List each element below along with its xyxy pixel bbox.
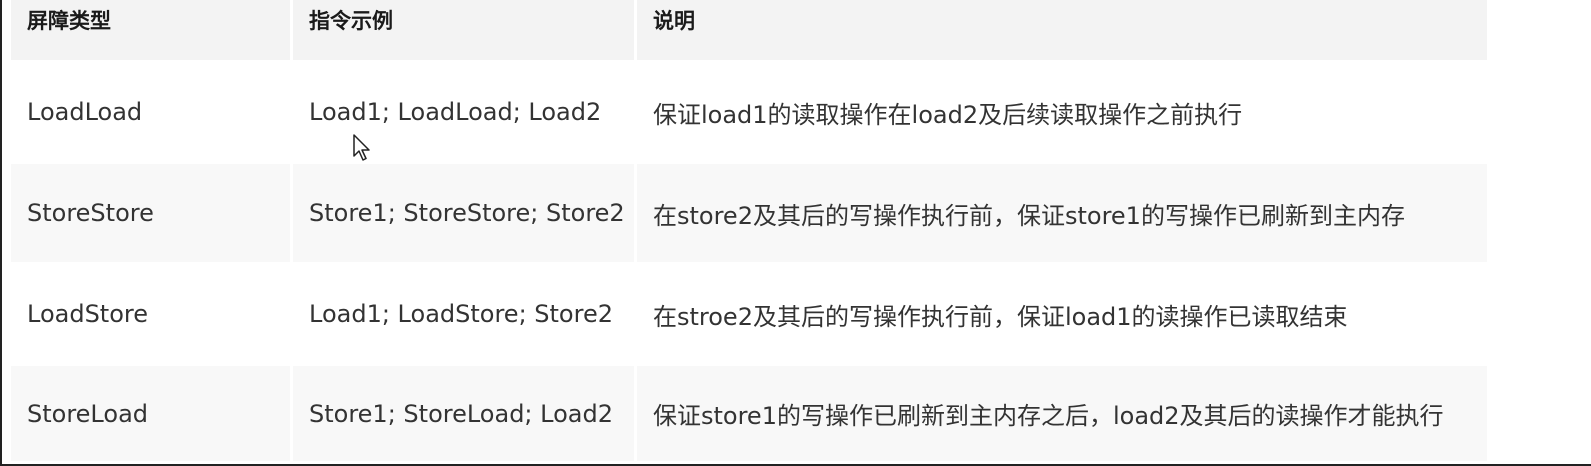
table-row: LoadLoad Load1; LoadLoad; Load2 保证load1的… [11,63,1487,164]
header-barrier-type: 屏障类型 [11,0,293,63]
header-instruction-example: 指令示例 [293,0,637,63]
cell-instruction-example: Store1; StoreLoad; Load2 [293,366,637,464]
cell-instruction-example: Load1; LoadStore; Store2 [293,265,637,366]
table-body: LoadLoad Load1; LoadLoad; Load2 保证load1的… [11,63,1487,464]
cell-description: 在stroe2及其后的写操作执行前，保证load1的读操作已读取结束 [637,265,1487,366]
cell-barrier-type: LoadLoad [11,63,293,164]
table-row: StoreLoad Store1; StoreLoad; Load2 保证sto… [11,366,1487,464]
cell-instruction-example: Store1; StoreStore; Store2 [293,164,637,265]
cell-description: 保证load1的读取操作在load2及后续读取操作之前执行 [637,63,1487,164]
memory-barrier-table: 屏障类型 指令示例 说明 LoadLoad Load1; LoadLoad; L… [11,0,1487,464]
header-row: 屏障类型 指令示例 说明 [11,0,1487,63]
cell-description: 保证store1的写操作已刷新到主内存之后，load2及其后的读操作才能执行 [637,366,1487,464]
mouse-pointer-icon [353,134,373,162]
header-description: 说明 [637,0,1487,63]
cell-description: 在store2及其后的写操作执行前，保证store1的写操作已刷新到主内存 [637,164,1487,265]
cell-barrier-type: LoadStore [11,265,293,366]
table-header: 屏障类型 指令示例 说明 [11,0,1487,63]
cell-barrier-type: StoreStore [11,164,293,265]
cell-instruction-example: Load1; LoadLoad; Load2 [293,63,637,164]
table-row: LoadStore Load1; LoadStore; Store2 在stro… [11,265,1487,366]
cell-barrier-type: StoreLoad [11,366,293,464]
table-row: StoreStore Store1; StoreStore; Store2 在s… [11,164,1487,265]
